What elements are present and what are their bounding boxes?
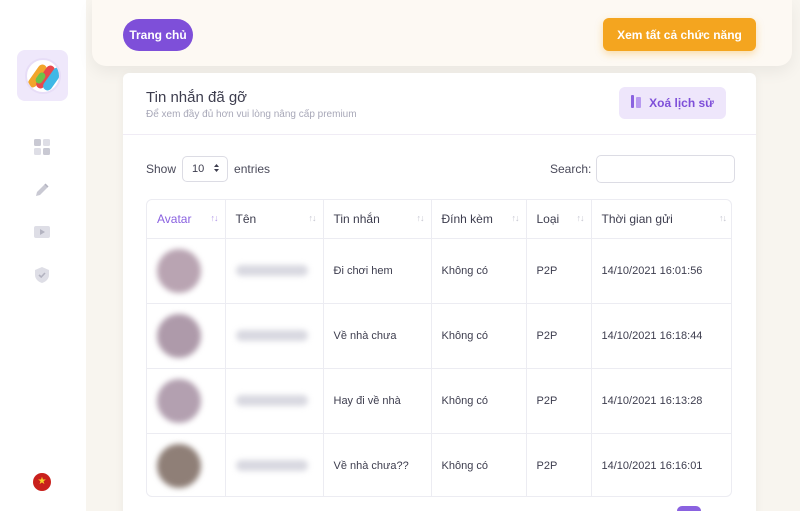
attachment-cell: Không có <box>431 433 527 496</box>
clear-history-label: Xoá lịch sử <box>649 96 714 110</box>
type-cell: P2P <box>526 368 592 434</box>
show-label: Show <box>146 162 177 176</box>
avatar <box>157 378 201 423</box>
home-button[interactable]: Trang chủ <box>123 19 193 51</box>
column-header-avatar[interactable]: Avatar ↑↓ <box>147 200 226 239</box>
video-icon[interactable] <box>32 222 52 242</box>
message-cell: Hay đi về nhà <box>323 368 432 434</box>
time-cell: 14/10/2021 16:16:01 <box>601 459 703 472</box>
deleted-messages-card: Tin nhắn đã gỡ Để xem đầy đủ hơn vui lòn… <box>123 73 756 511</box>
table-row[interactable]: Hay đi về nhà Không có P2P 14/10/2021 16… <box>147 368 731 434</box>
sort-icon: ↑↓ <box>308 213 317 223</box>
column-header-attachment[interactable]: Đính kèm ↑↓ <box>431 200 527 239</box>
avatar <box>157 248 201 293</box>
entries-label: entries <box>234 162 271 176</box>
app-logo-icon <box>24 57 61 94</box>
clear-history-button[interactable]: Xoá lịch sử <box>619 87 726 119</box>
sort-icon: ↑↓ <box>210 213 219 223</box>
time-cell: 14/10/2021 16:13:28 <box>591 368 731 434</box>
table-row[interactable]: Về nhà chưa Không có P2P 14/10/2021 16:1… <box>147 303 731 369</box>
column-header-type[interactable]: Loại ↑↓ <box>526 200 592 239</box>
type-cell: P2P <box>526 303 592 369</box>
column-header-time[interactable]: Thời gian gửi ↑↓ <box>591 200 731 239</box>
message-cell: Về nhà chưa <box>323 303 432 369</box>
search-input[interactable] <box>596 155 736 183</box>
trash-icon <box>631 95 642 111</box>
all-features-button[interactable]: Xem tất cả chức năng <box>603 18 756 51</box>
blurred-name <box>235 330 308 341</box>
search-label: Search: <box>550 162 592 176</box>
search-control: Search: <box>550 155 736 183</box>
shield-check-icon[interactable] <box>32 265 52 285</box>
avatar <box>157 313 201 358</box>
sort-icon: ↑↓ <box>511 213 520 223</box>
select-arrows-icon <box>213 163 220 176</box>
dashboard-icon[interactable] <box>32 137 52 157</box>
table-row[interactable]: Đi chơi hem Không có P2P 14/10/2021 16:0… <box>147 238 731 304</box>
entries-select[interactable]: 10 <box>182 156 229 182</box>
card-header: Tin nhắn đã gỡ Để xem đầy đủ hơn vui lòn… <box>123 73 756 135</box>
entries-value: 10 <box>192 163 205 175</box>
app-logo[interactable] <box>17 50 68 101</box>
sort-icon: ↑↓ <box>576 213 585 223</box>
column-header-message[interactable]: Tin nhắn ↑↓ <box>323 200 432 239</box>
blurred-name <box>235 265 308 276</box>
sort-icon: ↑↓ <box>719 213 727 223</box>
time-cell: 14/10/2021 16:18:44 <box>591 303 731 369</box>
message-cell: Về nhà chưa?? <box>323 433 432 496</box>
card-subtitle: Để xem đầy đủ hơn vui lòng nâng cấp prem… <box>146 109 357 120</box>
time-cell: 14/10/2021 16:01:56 <box>591 238 731 304</box>
sort-icon: ↑↓ <box>416 213 425 223</box>
pagination-active-indicator[interactable] <box>677 506 701 511</box>
table-header-row: Avatar ↑↓ Tên ↑↓ Tin nhắn ↑↓ Đính kèm ↑↓ <box>147 200 731 239</box>
blurred-name <box>235 395 308 406</box>
attachment-cell: Không có <box>431 238 527 304</box>
type-cell: P2P <box>526 433 592 496</box>
column-header-name[interactable]: Tên ↑↓ <box>225 200 324 239</box>
attachment-cell: Không có <box>431 303 527 369</box>
avatar <box>157 443 201 488</box>
table-row[interactable]: Về nhà chưa?? Không có P2P 14/10/2021 16… <box>147 433 731 496</box>
blurred-name <box>235 460 308 472</box>
entries-control: Show 10 entries <box>146 156 270 182</box>
messages-table: Avatar ↑↓ Tên ↑↓ Tin nhắn ↑↓ Đính kèm ↑↓ <box>146 199 732 497</box>
attachment-cell: Không có <box>431 368 527 434</box>
sidebar: ★ <box>0 0 86 511</box>
pencil-icon[interactable] <box>32 180 52 200</box>
message-cell: Đi chơi hem <box>323 238 432 304</box>
type-cell: P2P <box>526 238 592 304</box>
vietnam-flag-icon[interactable]: ★ <box>33 473 51 491</box>
card-title: Tin nhắn đã gỡ <box>146 89 248 106</box>
